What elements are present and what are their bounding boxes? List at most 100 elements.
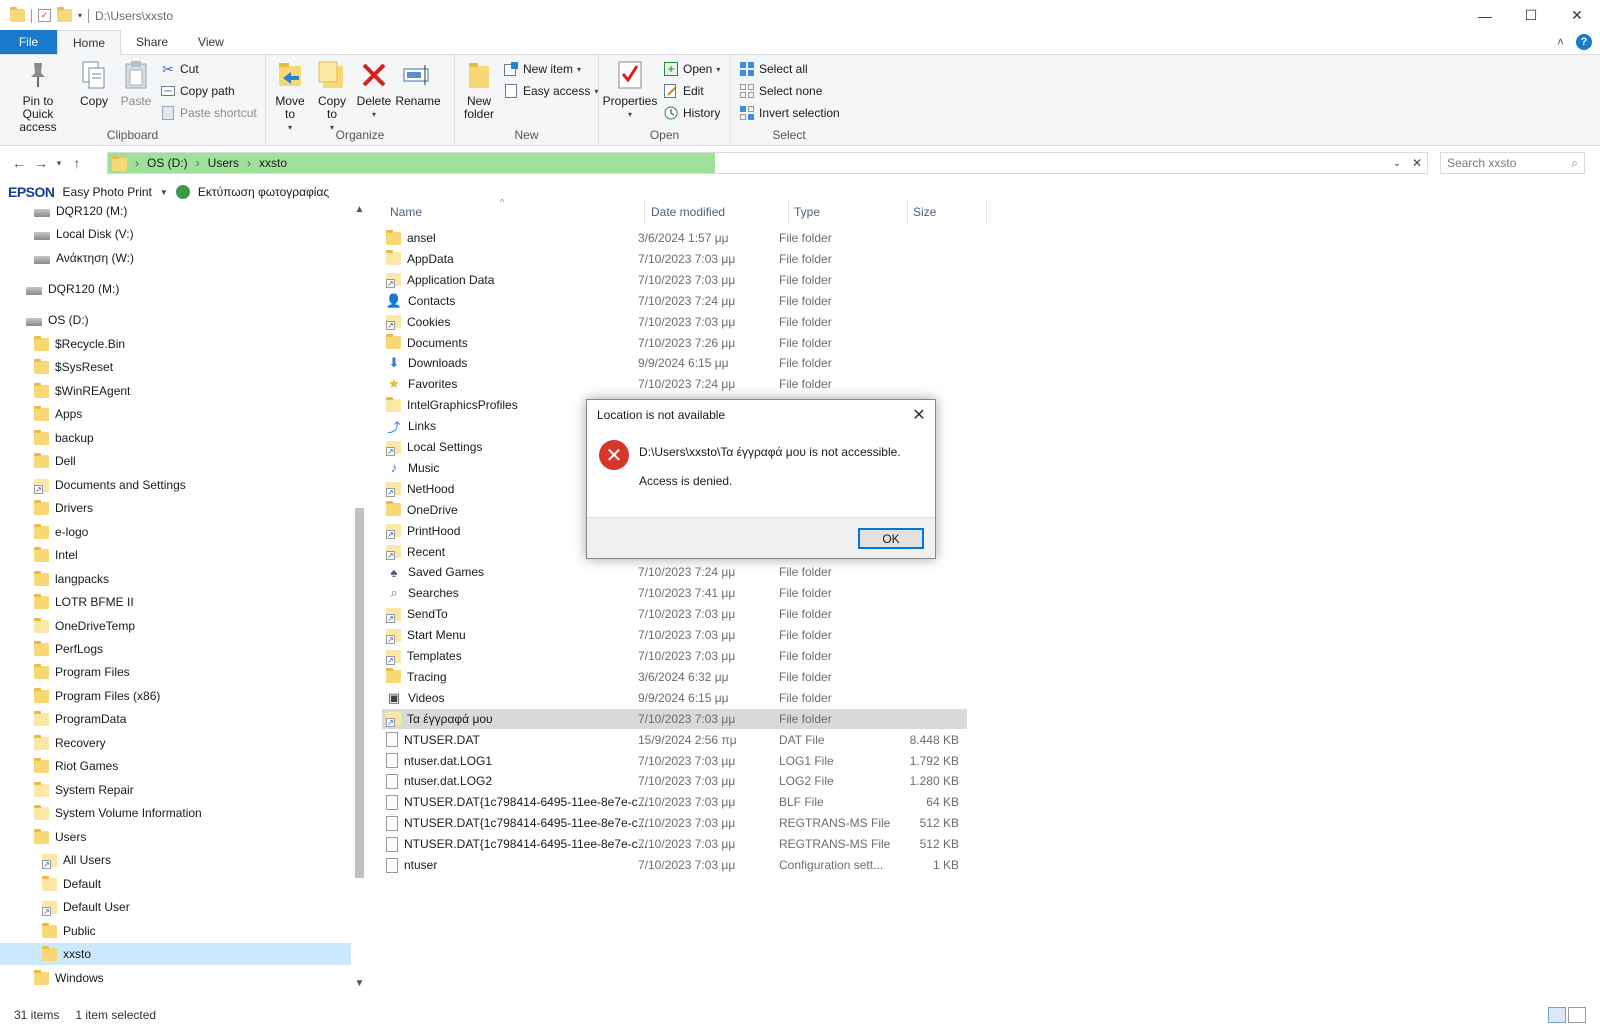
file-row[interactable]: NTUSER.DAT{1c798414-6495-11ee-8e7e-c... 7… (382, 834, 967, 854)
nav-item[interactable]: Default (0, 873, 351, 895)
nav-item[interactable]: Documents and Settings (0, 474, 351, 496)
large-icons-view-button[interactable] (1568, 1007, 1586, 1023)
file-row[interactable]: ntuser 7/10/2023 7:03 μμ Configuration set… (382, 855, 967, 875)
address-bar[interactable]: › OS (D:) › Users › xxsto ⌄ ✕ (107, 152, 1428, 174)
properties-check-icon[interactable]: ✓ (38, 9, 51, 22)
close-button[interactable]: ✕ (1554, 0, 1600, 31)
move-to-button[interactable]: Move to ▾ (270, 59, 310, 134)
copy-to-button[interactable]: Copy to ▾ (312, 59, 352, 134)
copy-button[interactable]: Copy (76, 59, 112, 108)
tab-view[interactable]: View (183, 30, 239, 54)
file-row[interactable]: ♠ Saved Games 7/10/2023 7:24 μμ File folder (382, 562, 967, 582)
nav-item[interactable]: PerfLogs (0, 638, 351, 660)
search-box[interactable]: Search xxsto ⌕ (1440, 152, 1585, 174)
copy-path-button[interactable]: Copy path (160, 81, 235, 101)
rename-button[interactable]: Rename (395, 59, 441, 108)
file-row[interactable]: AppData 7/10/2023 7:03 μμ File folder (382, 249, 967, 269)
file-row[interactable]: Documents 7/10/2023 7:26 μμ File folder (382, 333, 967, 353)
nav-item[interactable]: Drivers (0, 497, 351, 519)
nav-item[interactable]: Public (0, 920, 351, 942)
nav-item[interactable]: $WinREAgent (0, 380, 351, 402)
file-row[interactable]: ⌕ Searches 7/10/2023 7:41 μμ File folder (382, 583, 967, 603)
nav-item[interactable]: Riot Games (0, 755, 351, 777)
nav-item[interactable]: Program Files (0, 661, 351, 683)
nav-item[interactable]: $Recycle.Bin (0, 333, 351, 355)
up-arrow-icon[interactable]: ↑ (66, 155, 88, 171)
nav-item[interactable]: Users (0, 826, 351, 848)
ok-button[interactable]: OK (858, 528, 924, 549)
nav-item[interactable]: xxsto (0, 943, 351, 965)
maximize-button[interactable]: ☐ (1508, 0, 1554, 31)
nav-item[interactable]: langpacks (0, 568, 351, 590)
paste-shortcut-button[interactable]: Paste shortcut (160, 103, 257, 123)
scroll-up-icon[interactable]: ▲ (351, 204, 368, 215)
file-row[interactable]: NTUSER.DAT{1c798414-6495-11ee-8e7e-c... 7… (382, 813, 967, 833)
tab-home[interactable]: Home (57, 30, 122, 55)
tab-share[interactable]: Share (121, 30, 183, 54)
paste-button[interactable]: Paste (118, 59, 154, 108)
new-folder-icon[interactable] (57, 7, 72, 22)
nav-scrollbar[interactable]: ▲ ▼ (351, 204, 368, 1004)
file-row[interactable]: Cookies 7/10/2023 7:03 μμ File folder (382, 312, 967, 332)
select-none-button[interactable]: Select none (739, 81, 822, 101)
nav-item[interactable]: All Users (0, 849, 351, 871)
print-photo-icon[interactable] (175, 185, 190, 199)
file-row[interactable]: ntuser.dat.LOG1 7/10/2023 7:03 μμ LOG1 Fil… (382, 751, 967, 771)
file-row[interactable]: 👤 Contacts 7/10/2023 7:24 μμ File folder (382, 291, 967, 311)
nav-item[interactable]: ProgramData (0, 708, 351, 730)
nav-item[interactable]: DQR120 (M:) (0, 204, 351, 222)
file-row[interactable]: ⬇ Downloads 9/9/2024 6:15 μμ File folder (382, 353, 967, 373)
column-header-type[interactable]: Type (794, 200, 820, 224)
select-all-button[interactable]: Select all (739, 59, 808, 79)
nav-item[interactable]: System Repair (0, 779, 351, 801)
edit-button[interactable]: Edit (663, 81, 704, 101)
nav-item[interactable]: LOTR BFME II (0, 591, 351, 613)
address-dropdown-icon[interactable]: ⌄ (1387, 158, 1407, 169)
nav-item[interactable]: DQR120 (M:) (0, 278, 351, 300)
nav-item[interactable]: Local Disk (V:) (0, 223, 351, 245)
column-header-size[interactable]: Size (913, 200, 936, 224)
pin-quick-access-button[interactable]: Pin to Quick access (6, 59, 70, 134)
search-input[interactable]: Search xxsto (1447, 156, 1516, 170)
nav-item[interactable]: backup (0, 427, 351, 449)
nav-item[interactable]: $SysReset (0, 356, 351, 378)
forward-arrow-icon[interactable]: → (30, 155, 52, 171)
breadcrumb-users[interactable]: Users (208, 156, 239, 170)
print-photo-button[interactable]: Εκτύπωση φωτογραφίας (198, 185, 329, 199)
nav-item[interactable]: Windows (0, 967, 351, 989)
invert-selection-button[interactable]: Invert selection (739, 103, 840, 123)
back-arrow-icon[interactable]: ← (8, 155, 30, 171)
nav-item[interactable]: Ανάκτηση (W:) (0, 247, 351, 269)
file-row[interactable]: ▣ Videos 9/9/2024 6:15 μμ File folder (382, 688, 967, 708)
file-row[interactable]: SendTo 7/10/2023 7:03 μμ File folder (382, 604, 967, 624)
collapse-ribbon-icon[interactable]: ˄ (1557, 35, 1564, 49)
minimize-button[interactable]: — (1462, 0, 1508, 31)
file-row[interactable]: Start Menu 7/10/2023 7:03 μμ File folder (382, 625, 967, 645)
nav-item[interactable]: Intel (0, 544, 351, 566)
nav-item[interactable]: e-logo (0, 521, 351, 543)
delete-button[interactable]: Delete ▾ (356, 59, 392, 121)
nav-item[interactable]: Recovery (0, 732, 351, 754)
file-row[interactable]: Templates 7/10/2023 7:03 μμ File folder (382, 646, 967, 666)
column-header-name[interactable]: Name (390, 200, 422, 224)
file-row[interactable]: Τα έγγραφά μου 7/10/2023 7:03 μμ File fold… (382, 708, 967, 729)
nav-item[interactable]: OS (D:) (0, 309, 351, 331)
file-row[interactable]: Tracing 3/6/2024 6:32 μμ File folder (382, 667, 967, 687)
file-row[interactable]: ntuser.dat.LOG2 7/10/2023 7:03 μμ LOG2 Fil… (382, 771, 967, 791)
breadcrumb-os-d[interactable]: OS (D:) (147, 156, 188, 170)
history-button[interactable]: History (663, 103, 720, 123)
open-button[interactable]: Open ▾ (663, 59, 720, 79)
scroll-down-icon[interactable]: ▼ (351, 978, 368, 989)
cut-button[interactable]: ✂ Cut (160, 59, 199, 79)
file-row[interactable]: NTUSER.DAT 15/9/2024 2:56 πμ DAT File 8.448… (382, 730, 967, 750)
stop-loading-icon[interactable]: ✕ (1407, 156, 1427, 170)
easy-photo-print-button[interactable]: Easy Photo Print (63, 185, 152, 199)
file-row[interactable]: Application Data 7/10/2023 7:03 μμ File fo… (382, 270, 967, 290)
epson-dropdown-icon[interactable]: ▼ (160, 188, 168, 197)
recent-locations-icon[interactable]: ▾ (52, 158, 66, 169)
nav-item[interactable]: Apps (0, 403, 351, 425)
nav-item[interactable]: System Volume Information (0, 802, 351, 824)
nav-item[interactable]: OneDriveTemp (0, 615, 351, 637)
details-view-button[interactable] (1548, 1007, 1566, 1023)
file-row[interactable]: ★ Favorites 7/10/2023 7:24 μμ File folder (382, 374, 967, 394)
